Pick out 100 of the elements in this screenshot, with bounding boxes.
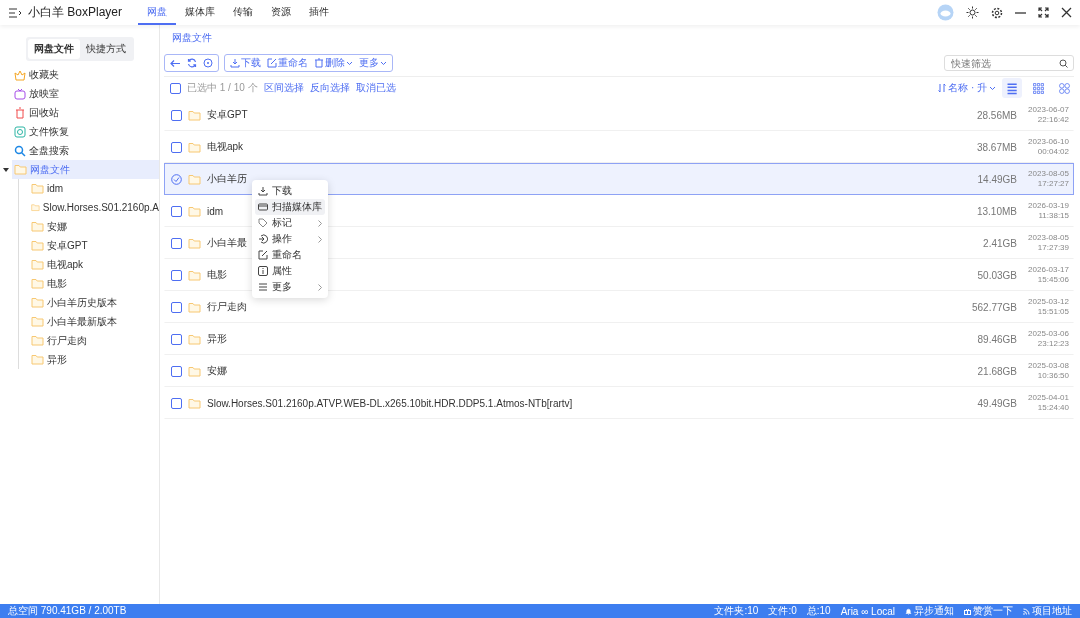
tree-item[interactable]: 安娜 [29, 217, 159, 236]
sidebar-tab[interactable]: 网盘文件 [27, 39, 80, 59]
folder-icon [31, 221, 44, 232]
enter-icon [258, 234, 268, 244]
tag-icon [258, 218, 268, 228]
file-size: 38.67MB [976, 141, 1017, 153]
tree-item[interactable]: 行尸走肉 [29, 331, 159, 350]
selection-link[interactable]: 反向选择 [309, 81, 350, 95]
folder-icon [188, 333, 201, 345]
nav-tab[interactable]: 网盘 [138, 0, 177, 25]
nav-tab[interactable]: 插件 [300, 0, 339, 25]
file-date: 2026-03-19 11:38:15 [1027, 201, 1069, 221]
breadcrumb-link[interactable]: 网盘文件 [172, 31, 212, 45]
filter-field[interactable]: 快速筛选 [944, 55, 1074, 71]
file-row[interactable]: Slow.Horses.S01.2160p.ATVP.WEB-DL.x265.10bit.HDR.DDP5.1.Atmos-NTb[rartv] 49.49GB 2025-04-01 15:24:40 [164, 387, 1074, 419]
toolbar-button[interactable]: 下载 [230, 56, 261, 70]
toolbar-button[interactable]: 重命名 [267, 56, 308, 70]
file-row[interactable]: 安娜 21.68GB 2025-03-08 10:36:50 [164, 355, 1074, 387]
target-icon[interactable] [203, 58, 213, 68]
tree-item[interactable]: 文件恢复 [12, 122, 159, 141]
file-row[interactable]: 异形 89.46GB 2025-03-06 23:12:23 [164, 323, 1074, 355]
toolbar-button[interactable]: 更多 [359, 56, 387, 70]
selection-count: 已选中 1 / 10 个 [187, 81, 258, 95]
tree-item[interactable]: 放映室 [12, 84, 159, 103]
nav-tab[interactable]: 资源 [262, 0, 301, 25]
row-checkbox[interactable] [171, 141, 182, 153]
row-checkbox[interactable] [171, 205, 182, 217]
minimize-icon[interactable] [1015, 11, 1026, 14]
file-size: 13.10MB [976, 205, 1017, 217]
file-size: 28.56MB [976, 109, 1017, 121]
select-all-checkbox[interactable] [170, 82, 181, 94]
row-checkbox[interactable] [171, 269, 182, 281]
file-name: Slow.Horses.S01.2160p.ATVP.WEB-DL.x265.10bit.HDR.DDP5.1.Atmos-NTb[rartv] [207, 397, 573, 409]
sort-button[interactable]: 名称 · 升 [938, 81, 996, 95]
menu-item[interactable]: 扫描媒体库 [255, 199, 325, 215]
menu-icon[interactable] [8, 7, 22, 18]
download-icon [258, 186, 268, 196]
file-name: 安卓GPT [207, 108, 248, 122]
caret-icon [989, 85, 996, 91]
selection-link[interactable]: 区间选择 [263, 81, 304, 95]
file-row[interactable]: 安卓GPT 28.56MB 2023-06-07 22:16:42 [164, 99, 1074, 131]
folder-icon [31, 316, 44, 327]
search-icon [14, 144, 26, 157]
file-count: 文件:0 [768, 604, 797, 618]
file-name: 行尸走肉 [207, 300, 247, 314]
tree-item[interactable]: 电影 [29, 274, 159, 293]
folder-icon [188, 397, 201, 409]
file-date: 2025-04-01 15:24:40 [1027, 393, 1069, 413]
file-size: 89.46GB [977, 333, 1017, 345]
download-icon [230, 58, 240, 68]
view-mode-button[interactable] [1002, 78, 1022, 98]
tree-item[interactable]: 小白羊历史版本 [29, 293, 159, 312]
selection-link[interactable]: 取消已选 [355, 81, 396, 95]
settings-icon[interactable] [991, 6, 1003, 19]
gift-icon [964, 607, 971, 615]
refresh-icon[interactable] [187, 58, 197, 68]
row-checkbox[interactable] [171, 365, 182, 377]
tree-item[interactable]: 收藏夹 [12, 65, 159, 84]
folder-icon [188, 301, 201, 313]
folder-icon [188, 205, 201, 217]
donate-link[interactable]: 赞赏一下 [964, 604, 1013, 618]
app-title: 小白羊 BoxPlayer [28, 4, 123, 21]
tree-item[interactable]: Slow.Horses.S01.2160p.A [29, 198, 159, 217]
tree-item[interactable]: 异形 [29, 350, 159, 369]
edit-icon [258, 250, 268, 260]
caret-icon[interactable] [2, 165, 10, 174]
total-count: 总:10 [806, 604, 831, 618]
nav-tab[interactable]: 传输 [224, 0, 263, 25]
row-checkbox[interactable] [171, 109, 182, 121]
fullscreen-icon[interactable] [1038, 7, 1049, 18]
menu-item[interactable]: 操作 [255, 231, 325, 247]
row-checkbox[interactable] [171, 397, 182, 409]
back-arrow-icon[interactable] [170, 58, 181, 68]
tree-item[interactable]: 全盘搜索 [12, 141, 159, 160]
tree-item[interactable]: idm [29, 179, 159, 198]
project-link[interactable]: 项目地址 [1023, 604, 1072, 618]
folder-icon [188, 173, 201, 185]
tree-item[interactable]: 小白羊最新版本 [29, 312, 159, 331]
file-date: 2023-06-10 00:04:02 [1027, 137, 1069, 157]
file-size: 14.49GB [977, 173, 1017, 185]
info-icon [258, 266, 268, 276]
row-checkbox[interactable] [171, 237, 182, 249]
row-checkbox[interactable] [171, 301, 182, 313]
toolbar-button[interactable]: 删除 [314, 56, 353, 70]
tree-item[interactable]: 回收站 [12, 103, 159, 122]
file-size: 50.03GB [977, 269, 1017, 281]
sun-icon[interactable] [966, 6, 979, 19]
tree-item[interactable]: 电视apk [29, 255, 159, 274]
nav-tab[interactable]: 媒体库 [176, 0, 225, 25]
tree-item[interactable]: 安卓GPT [29, 236, 159, 255]
list-view-icon [1005, 81, 1019, 95]
menu-item[interactable]: 属性 [255, 263, 325, 279]
sidebar-tab[interactable]: 快捷方式 [79, 39, 132, 59]
checked-circle-icon[interactable] [171, 173, 182, 185]
row-checkbox[interactable] [171, 333, 182, 345]
notify-link[interactable]: 异步通知 [905, 604, 954, 618]
close-icon[interactable] [1061, 7, 1072, 18]
file-size: 2.41GB [983, 237, 1017, 249]
bell-icon [905, 607, 912, 615]
rss-icon [1023, 607, 1030, 615]
